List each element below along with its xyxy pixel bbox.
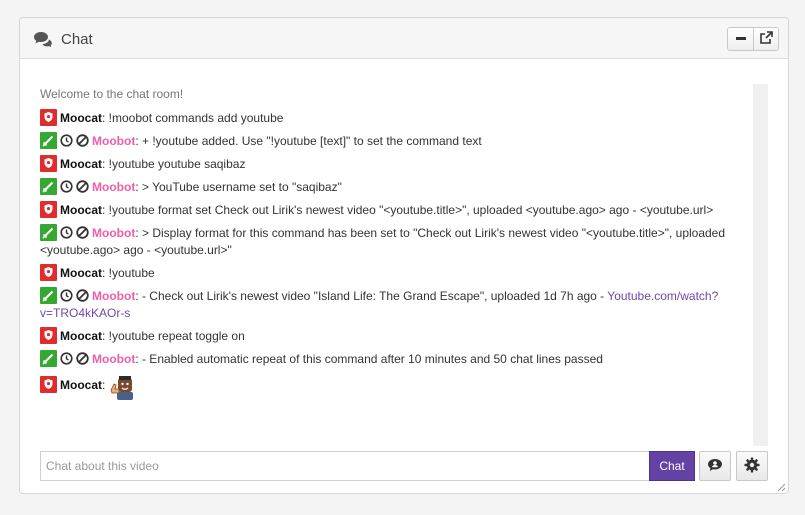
chat-message-text: : !youtube youtube saqibaz	[102, 157, 246, 171]
popout-icon	[759, 31, 773, 47]
timeout-clock-icon[interactable]	[60, 226, 73, 239]
chat-user-icon	[707, 458, 723, 475]
broadcaster-badge-icon	[40, 201, 57, 218]
panel-title-text: Chat	[61, 30, 93, 48]
chat-input-row: Chat	[40, 451, 787, 481]
chat-username[interactable]: Moocat	[60, 203, 102, 217]
chat-message: Moocat: !youtube format set Check out Li…	[40, 201, 752, 219]
chat-message-text: : !moobot commands add youtube	[102, 111, 284, 125]
chat-message-text: : > Display format for this command has …	[40, 226, 726, 257]
chat-message: Moocat:	[40, 373, 752, 401]
chat-message: Moobot: > Display format for this comman…	[40, 224, 752, 259]
chat-panel: Chat Welcome to the chat room! Moocat: !…	[19, 17, 789, 494]
chat-username[interactable]: Moobot	[92, 134, 135, 148]
welcome-message: Welcome to the chat room!	[40, 87, 184, 101]
chat-message-text: : !youtube repeat toggle on	[102, 329, 245, 343]
header-buttons	[727, 27, 779, 51]
chat-message-text: : !youtube format set Check out Lirik's …	[102, 203, 714, 217]
ban-icon[interactable]	[76, 134, 89, 147]
minimize-icon	[735, 32, 747, 47]
moderator-sword-icon	[40, 178, 57, 195]
chat-message-text: : - Check out Lirik's newest video "Isla…	[135, 289, 608, 303]
timeout-clock-icon[interactable]	[60, 180, 73, 193]
panel-title: Chat	[33, 30, 93, 48]
chat-message: Moobot: > YouTube username set to "saqib…	[40, 178, 752, 196]
chat-message: Moocat: !youtube repeat toggle on	[40, 327, 752, 345]
gear-icon	[744, 457, 760, 476]
timeout-clock-icon[interactable]	[60, 352, 73, 365]
chat-settings-button[interactable]	[736, 451, 768, 481]
moderator-sword-icon	[40, 350, 57, 367]
scrollbar[interactable]	[753, 84, 768, 446]
chat-username[interactable]: Moocat	[60, 378, 102, 392]
ban-icon[interactable]	[76, 226, 89, 239]
chat-messages[interactable]: Welcome to the chat room! Moocat: !moobo…	[40, 84, 752, 446]
chat-username[interactable]: Moobot	[92, 289, 135, 303]
broadcaster-badge-icon	[40, 155, 57, 172]
viewer-list-button[interactable]	[699, 451, 731, 481]
chat-message-text: :	[102, 378, 106, 392]
timeout-clock-icon[interactable]	[60, 134, 73, 147]
moderator-sword-icon	[40, 224, 57, 241]
moderator-sword-icon	[40, 132, 57, 149]
broadcaster-badge-icon	[40, 264, 57, 281]
chat-username[interactable]: Moobot	[92, 352, 135, 366]
ban-icon[interactable]	[76, 289, 89, 302]
chat-username[interactable]: Moocat	[60, 157, 102, 171]
chat-message: Moobot: + !youtube added. Use "!youtube …	[40, 132, 752, 150]
chat-username[interactable]: Moocat	[60, 266, 102, 280]
broadcaster-badge-icon	[40, 109, 57, 126]
chat-message: Moobot: - Enabled automatic repeat of th…	[40, 350, 752, 368]
chat-username[interactable]: Moocat	[60, 329, 102, 343]
chat-message: Moobot: - Check out Lirik's newest video…	[40, 287, 752, 322]
broadcaster-badge-icon	[40, 376, 57, 393]
popout-button[interactable]	[753, 28, 778, 50]
minimize-button[interactable]	[728, 28, 753, 50]
broadcaster-badge-icon	[40, 327, 57, 344]
resize-grip[interactable]	[776, 481, 786, 492]
chat-message-text: : > YouTube username set to "saqibaz"	[135, 180, 342, 194]
chat-message-text: : !youtube	[102, 266, 155, 280]
moderator-sword-icon	[40, 287, 57, 304]
chat-username[interactable]: Moocat	[60, 111, 102, 125]
chat-username[interactable]: Moobot	[92, 180, 135, 194]
chat-send-button[interactable]: Chat	[649, 451, 695, 481]
ban-icon[interactable]	[76, 180, 89, 193]
chat-message-text: : - Enabled automatic repeat of this com…	[135, 352, 603, 366]
chat-message-text: : + !youtube added. Use "!youtube [text]…	[135, 134, 482, 148]
thumbs-up-emote-icon	[109, 373, 138, 401]
ban-icon[interactable]	[76, 352, 89, 365]
chat-bubbles-icon	[33, 31, 53, 48]
chat-message: Moocat: !moobot commands add youtube	[40, 109, 752, 127]
timeout-clock-icon[interactable]	[60, 289, 73, 302]
chat-input[interactable]	[40, 451, 650, 481]
chat-message: Moocat: !youtube	[40, 264, 752, 282]
panel-header: Chat	[20, 18, 788, 59]
chat-message: Moocat: !youtube youtube saqibaz	[40, 155, 752, 173]
chat-username[interactable]: Moobot	[92, 226, 135, 240]
